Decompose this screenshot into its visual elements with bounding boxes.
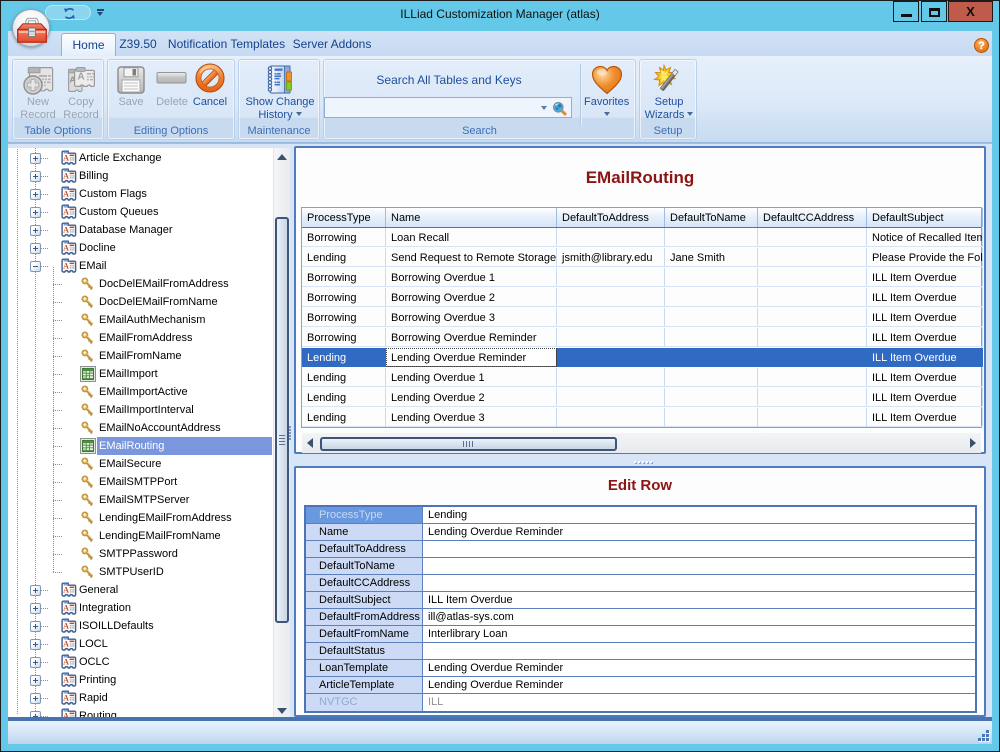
svg-text:A: A bbox=[63, 226, 69, 235]
svg-text:A: A bbox=[63, 262, 69, 271]
svg-text:A: A bbox=[63, 586, 69, 595]
svg-text:A: A bbox=[63, 694, 69, 703]
svg-text:A: A bbox=[63, 658, 69, 667]
svg-text:A: A bbox=[63, 604, 69, 613]
svg-text:A: A bbox=[63, 622, 69, 631]
svg-text:A: A bbox=[63, 190, 69, 199]
svg-text:A: A bbox=[63, 154, 69, 163]
svg-text:A: A bbox=[63, 172, 69, 181]
svg-text:A: A bbox=[63, 640, 69, 649]
svg-text:A: A bbox=[63, 676, 69, 685]
svg-text:A: A bbox=[63, 208, 69, 217]
svg-text:A: A bbox=[63, 244, 69, 253]
